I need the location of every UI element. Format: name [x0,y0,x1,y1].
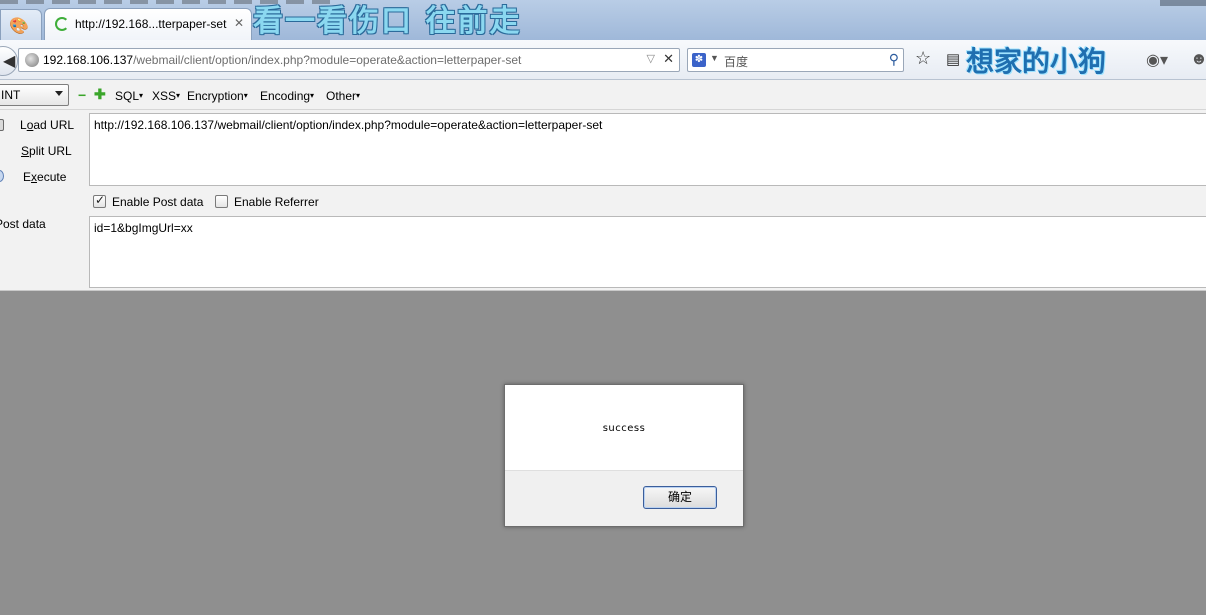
decrement-icon[interactable]: − [78,88,86,102]
execute-icon [0,170,4,182]
alert-dialog: success 确定 [504,384,744,527]
post-data-label: Post data [0,217,46,231]
search-bar[interactable]: ✽ ▼ 百度 ⚲ [687,48,904,72]
split-url-button[interactable]: Split URL [21,144,72,158]
engine-dropdown-icon[interactable]: ▼ [710,53,719,63]
back-arrow-icon: ◀ [3,53,16,70]
alert-message-area: success [505,385,743,471]
load-url-icon [0,119,4,131]
tab-previous[interactable]: 🎨 [0,9,42,40]
enable-referrer-checkbox[interactable] [215,195,228,208]
menu-other[interactable]: Other▾ [326,89,360,103]
hackbar-url-textarea[interactable]: http://192.168.106.137/webmail/client/op… [89,113,1206,186]
tab-close-icon[interactable]: ✕ [234,16,244,30]
addon-eye-icon[interactable]: ◉▾ [1146,50,1168,70]
increment-icon[interactable]: ✚ [94,87,106,101]
site-identity-icon[interactable] [25,53,39,67]
address-url: 192.168.106.137/webmail/client/option/in… [43,53,522,67]
addon-face-icon[interactable]: ☻ [1190,49,1206,69]
load-url-button[interactable]: Load URL [20,118,74,132]
search-icon[interactable]: ⚲ [889,51,899,68]
execute-button[interactable]: Execute [23,170,66,184]
stop-icon[interactable]: ✕ [663,51,674,67]
tab-title: http://192.168...tterpaper-set [75,17,227,31]
bookmarks-menu-icon[interactable]: ▤ [946,50,960,68]
tab-active[interactable]: http://192.168...tterpaper-set ✕ [44,8,252,40]
menu-encryption[interactable]: Encryption▾ [187,89,248,103]
hackbar-type-select[interactable]: INT [0,84,69,106]
hackbar-toolbar: INT − ✚ SQL▾ XSS▾ Encryption▾ Encoding▾ … [0,80,1206,110]
chevron-down-icon [55,91,63,96]
baidu-paw-icon[interactable]: ✽ [692,53,706,67]
ok-button[interactable]: 确定 [643,486,717,509]
loading-spinner-icon [55,17,69,31]
menu-xss[interactable]: XSS▾ [152,89,180,103]
post-data-textarea[interactable]: id=1&bgImgUrl=xx [89,216,1206,288]
menu-encoding[interactable]: Encoding▾ [260,89,314,103]
back-button[interactable]: ◀ [0,46,18,76]
hackbar-panel: Load URL Split URL Execute http://192.16… [0,110,1206,291]
window-edge [1160,0,1206,6]
address-bar[interactable]: 192.168.106.137/webmail/client/option/in… [18,48,680,72]
history-dropdown-icon[interactable]: ▽ [647,52,655,65]
overlay-caption: 看一看伤口 往前走 [253,4,522,39]
enable-referrer-label[interactable]: Enable Referrer [234,195,319,209]
search-input[interactable]: 百度 [724,53,748,70]
palette-icon: 🎨 [9,18,29,35]
enable-post-label[interactable]: Enable Post data [112,195,203,209]
bookmark-star-icon[interactable]: ☆ [915,48,931,69]
tab-strip: 🎨 http://192.168...tterpaper-set ✕ [0,0,1206,40]
alert-message: success [602,423,646,434]
enable-post-checkbox[interactable] [93,193,106,208]
menu-sql[interactable]: SQL▾ [115,89,143,103]
overlay-signature: 想家的小狗 [966,45,1107,78]
